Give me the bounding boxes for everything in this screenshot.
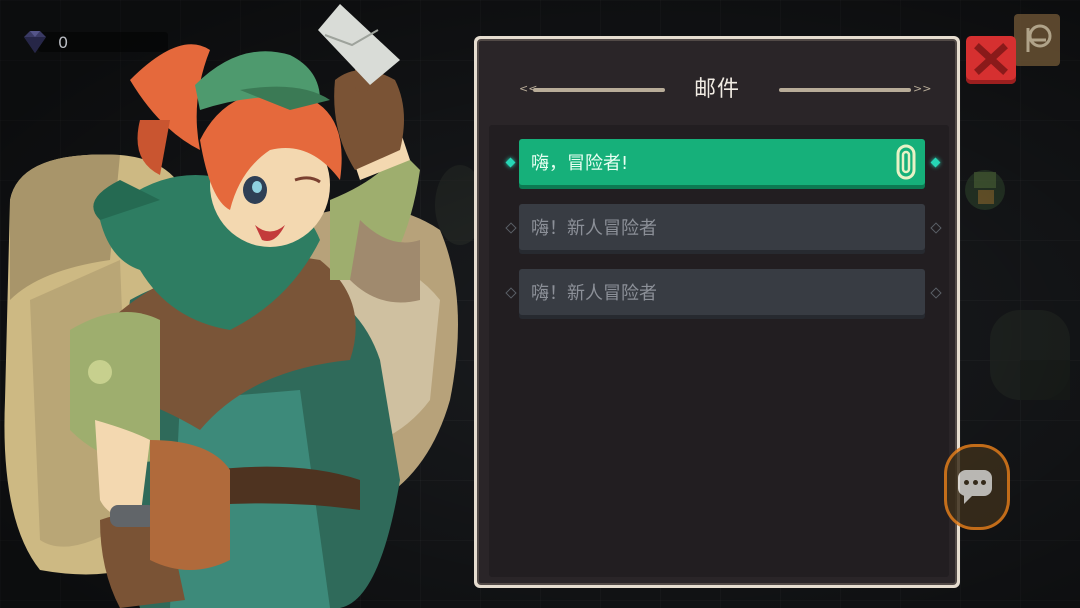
exit-button[interactable]	[1014, 14, 1060, 66]
mail-subject: 嗨！新人冒险者	[531, 218, 657, 239]
mail-panel: << 邮件 >> 嗨，冒险者! 嗨！新人冒险者 嗨！新人冒险者	[474, 36, 960, 588]
mail-list: 嗨，冒险者! 嗨！新人冒险者 嗨！新人冒险者	[489, 125, 949, 577]
mail-subject: 嗨，冒险者!	[531, 153, 629, 174]
item-marker-right	[930, 222, 942, 234]
mail-header: << 邮件 >>	[479, 41, 955, 125]
adventurer-character-art	[4, 4, 458, 608]
item-marker-left	[505, 222, 517, 234]
paperclip-icon	[896, 144, 916, 180]
mail-item[interactable]: 嗨，冒险者!	[519, 139, 925, 185]
exit-door-icon	[1026, 24, 1052, 52]
mail-panel-inner: << 邮件 >> 嗨，冒险者! 嗨！新人冒险者 嗨！新人冒险者	[477, 39, 957, 585]
item-marker-right	[930, 287, 942, 299]
selected-marker-left	[505, 157, 516, 168]
mail-subject: 嗨！新人冒险者	[531, 283, 657, 304]
title-deco-right: >>	[779, 82, 931, 95]
close-button[interactable]	[966, 36, 1016, 84]
selected-marker-right	[930, 157, 941, 168]
close-x-icon	[974, 43, 1008, 75]
chat-dots	[964, 480, 986, 486]
chat-button[interactable]	[944, 444, 1010, 530]
item-marker-left	[505, 287, 517, 299]
mail-item[interactable]: 嗨！新人冒险者	[519, 204, 925, 250]
mail-item[interactable]: 嗨！新人冒险者	[519, 269, 925, 315]
